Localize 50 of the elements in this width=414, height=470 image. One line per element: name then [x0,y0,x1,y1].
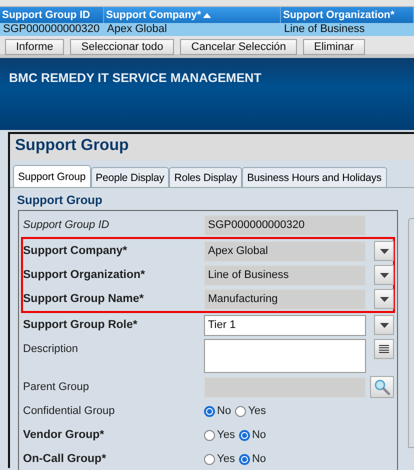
radio-button[interactable] [204,454,215,464]
panel-title: Support Group [10,134,414,160]
column-header[interactable]: Support Organization* [281,7,414,23]
field-label: Parent Group [23,381,90,393]
field-label: Description [23,342,80,355]
table-cell: Line of Business [281,23,414,36]
field-label: Support Group Name* [23,293,145,305]
caret-icon [380,248,388,254]
editor-button[interactable] [374,339,394,359]
toolbar-button[interactable]: Informe [5,39,64,55]
toolbar-button[interactable]: Cancelar Selección [180,39,298,55]
dropdown-button[interactable] [374,315,394,335]
table-cell: SGP000000000320 [0,23,104,36]
radio-button[interactable] [204,406,215,416]
dropdown-field[interactable]: Tier 1 [204,314,366,336]
banner-title: BMC REMEDY IT SERVICE MANAGEMENT [9,71,262,85]
field-label: Vendor Group* [23,429,106,441]
radio-option[interactable]: No [238,429,266,441]
toolbar-button[interactable]: Seleccionar todo [70,39,174,55]
radio-button[interactable] [238,430,250,440]
column-header[interactable]: Support Group ID [0,7,104,23]
field-label: Confidential Group [23,405,116,417]
toolbar-button[interactable]: Eliminar [303,39,365,55]
table-cell: Apex Global [104,23,281,36]
field-label: On-Call Group* [23,453,108,465]
field-label: Support Organization* [23,269,146,281]
field-label: Support Group Role* [23,319,138,331]
column-header[interactable]: Support Company* [104,7,281,23]
menu-icon [379,345,389,353]
search-icon [374,379,390,395]
radio-button[interactable] [238,454,250,464]
radio-button[interactable] [204,430,215,440]
radio-option[interactable]: Yes [204,453,235,465]
sort-ascending-icon [203,12,212,18]
caret-icon [380,272,388,278]
caret-icon [380,296,388,302]
radio-button[interactable] [235,406,246,416]
caret-icon [380,322,388,328]
tab[interactable]: People Display [90,167,170,187]
radio-option[interactable]: No [204,405,232,417]
radio-option[interactable]: Yes [204,429,235,441]
tab[interactable]: Roles Display [169,167,242,187]
field-label: Support Group ID [23,219,110,231]
radio-option[interactable]: Yes [235,405,266,417]
radio-option[interactable]: No [238,453,266,465]
section-title: Support Group [16,192,104,209]
tab[interactable]: Business Hours and Holidays [242,167,387,187]
tab[interactable]: Support Group [13,165,91,187]
text-area[interactable] [204,339,366,373]
field-label: Support Company* [23,245,128,257]
